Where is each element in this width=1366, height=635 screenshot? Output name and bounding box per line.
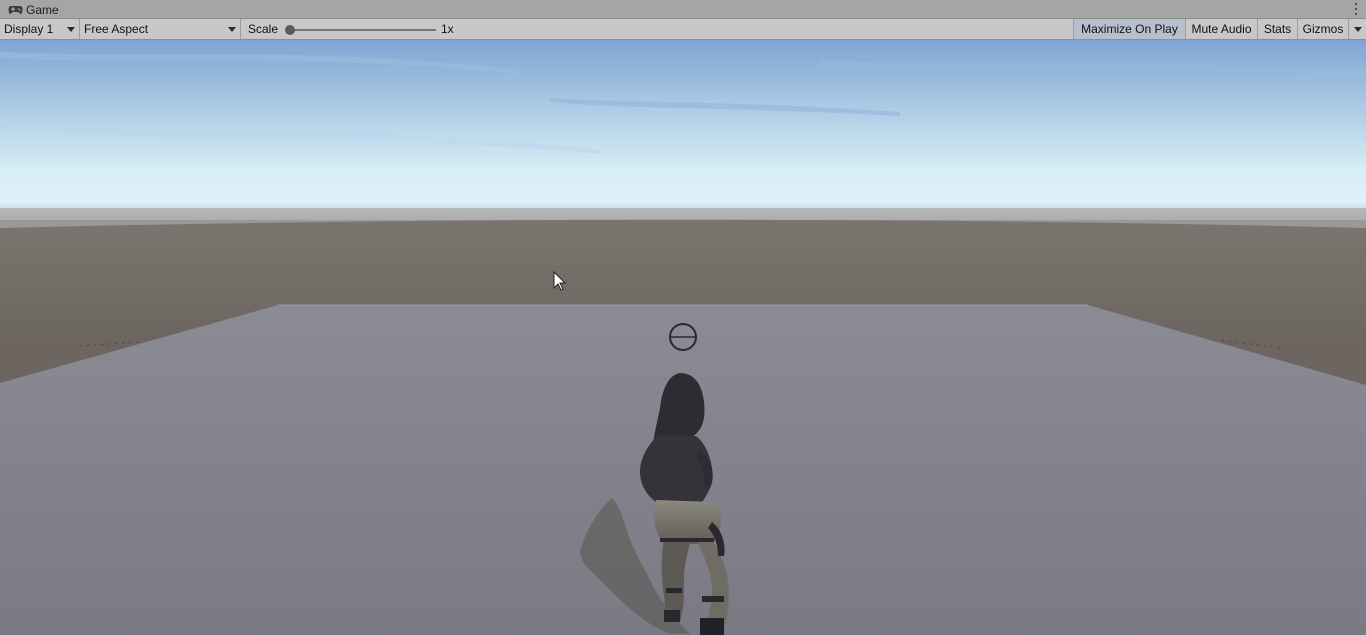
- chevron-down-icon: [228, 27, 236, 32]
- aspect-dropdown-label: Free Aspect: [84, 22, 149, 36]
- stats-toggle[interactable]: Stats: [1257, 19, 1297, 39]
- game-scene: [0, 40, 1366, 635]
- mute-audio-label: Mute Audio: [1191, 22, 1252, 36]
- window-tab-bar: Game: [0, 0, 1366, 19]
- gamepad-icon: [8, 5, 23, 14]
- mute-audio-toggle[interactable]: Mute Audio: [1185, 19, 1257, 39]
- maximize-on-play-toggle[interactable]: Maximize On Play: [1073, 19, 1185, 39]
- gizmos-label: Gizmos: [1302, 22, 1344, 36]
- game-viewport[interactable]: [0, 40, 1366, 635]
- stats-label: Stats: [1263, 22, 1292, 36]
- tab-game[interactable]: Game: [0, 0, 65, 19]
- aspect-dropdown[interactable]: Free Aspect: [80, 19, 241, 39]
- scale-slider-track[interactable]: [290, 29, 436, 31]
- display-dropdown[interactable]: Display 1: [0, 19, 80, 39]
- scale-slider-thumb[interactable]: [285, 25, 295, 35]
- chevron-down-icon: [67, 27, 75, 32]
- more-options-icon[interactable]: [1353, 2, 1359, 16]
- scale-label: Scale: [248, 22, 279, 36]
- gizmos-toggle[interactable]: Gizmos: [1297, 19, 1348, 39]
- game-view-toolbar: Display 1 Free Aspect Scale 1x Maximize …: [0, 19, 1366, 40]
- gizmos-dropdown-caret[interactable]: [1348, 19, 1366, 39]
- display-dropdown-label: Display 1: [4, 22, 54, 36]
- maximize-on-play-label: Maximize On Play: [1081, 22, 1178, 36]
- scale-value: 1x: [441, 22, 454, 36]
- tab-title: Game: [26, 2, 59, 17]
